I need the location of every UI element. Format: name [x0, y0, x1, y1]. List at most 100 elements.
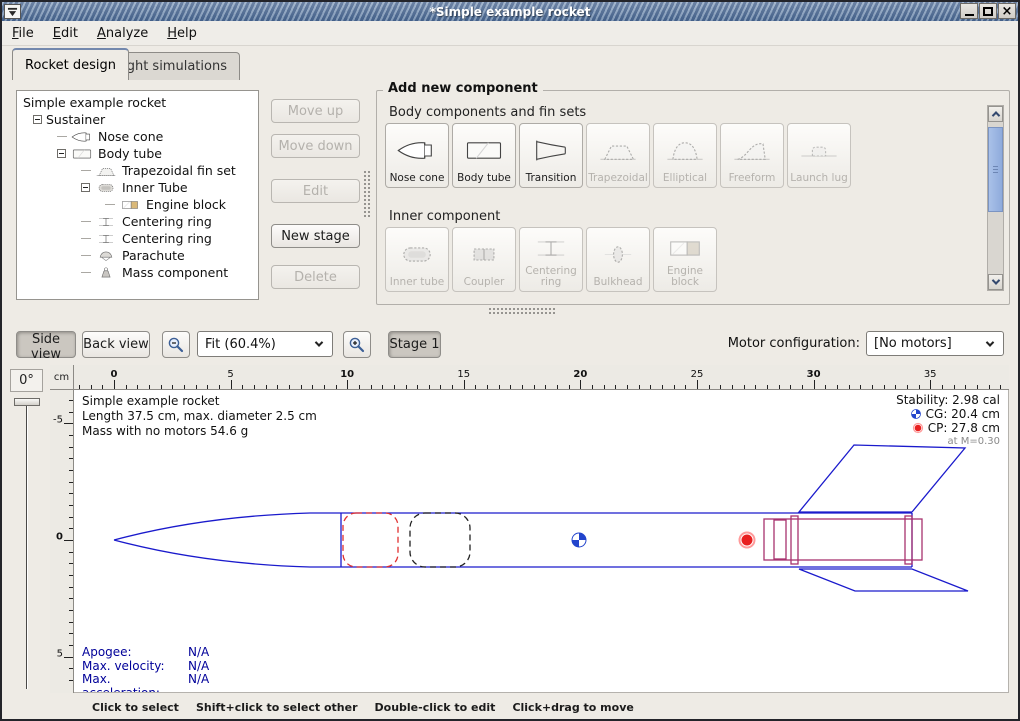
- tree-connector: [57, 136, 67, 137]
- stage-1-toggle[interactable]: Stage 1: [388, 331, 441, 358]
- add-body-tube-button[interactable]: Body tube: [452, 123, 516, 188]
- new-stage-button[interactable]: New stage: [271, 224, 360, 248]
- scrollbar-thumb[interactable]: [988, 127, 1003, 212]
- tree-item-centering-ring[interactable]: Centering ring: [17, 230, 258, 247]
- close-button[interactable]: ×: [998, 3, 1016, 19]
- scroll-up-button[interactable]: [988, 106, 1003, 122]
- app-window: *Simple example rocket × File Edit Analyze…: [0, 0, 1020, 721]
- menu-help[interactable]: Help: [167, 26, 197, 41]
- collapse-icon[interactable]: [57, 149, 66, 158]
- add-inner-tube-button[interactable]: Inner tube: [385, 227, 449, 292]
- tree-item-sustainer[interactable]: Sustainer: [17, 111, 258, 128]
- tree-connector: [81, 170, 91, 171]
- tab-rocket-design[interactable]: Rocket design: [12, 48, 129, 80]
- centering-ring-2-shape[interactable]: [905, 516, 912, 564]
- edit-button[interactable]: Edit: [271, 179, 360, 203]
- add-component-group: Add new component Body components and fi…: [376, 90, 1010, 305]
- add-freeform-button[interactable]: Freeform: [720, 123, 784, 188]
- status-hint: Shift+click to select other: [196, 701, 358, 714]
- centering-ring-1-shape[interactable]: [791, 516, 798, 564]
- zoom-out-button[interactable]: [162, 331, 190, 358]
- chevron-down-icon: [315, 338, 323, 346]
- component-tree: Simple example rocketSustainerNose coneB…: [16, 90, 259, 300]
- horizontal-splitter[interactable]: [488, 307, 556, 315]
- delete-button[interactable]: Delete: [271, 265, 360, 289]
- tree-connector: [81, 255, 91, 256]
- component-scrollbar[interactable]: [987, 105, 1004, 291]
- app-icon[interactable]: [4, 4, 21, 19]
- tree-connector: [81, 238, 91, 239]
- fin-top-shape[interactable]: [799, 445, 965, 512]
- magnifier-plus-icon: [348, 336, 366, 354]
- centering-ring-icon: [94, 215, 118, 229]
- menu-edit[interactable]: Edit: [53, 26, 78, 41]
- add-transition-button[interactable]: Transition: [519, 123, 583, 188]
- launch-lug-icon: [797, 137, 841, 164]
- rotation-angle-value: 0°: [10, 369, 43, 392]
- rotation-slider-handle[interactable]: [14, 398, 40, 406]
- tree-item-parachute[interactable]: Parachute: [17, 247, 258, 264]
- back-view-button[interactable]: Back view: [82, 331, 150, 358]
- menu-file[interactable]: File: [12, 26, 34, 41]
- status-hint: Click to select: [92, 701, 179, 714]
- centering-ring-icon: [529, 235, 573, 262]
- tree-item-engine-block[interactable]: Engine block: [17, 196, 258, 213]
- body-tube-shape[interactable]: [341, 513, 912, 567]
- minimize-button[interactable]: [960, 3, 978, 19]
- motor-configuration-combo[interactable]: [No motors]: [866, 331, 1004, 356]
- section-label-inner-component: Inner component: [389, 209, 500, 224]
- add-trapezoidal-button[interactable]: Trapezoidal: [586, 123, 650, 188]
- tree-item-trapezoidal-fin-set[interactable]: Trapezoidal fin set: [17, 162, 258, 179]
- horizontal-ruler: 05101520253035: [74, 365, 1009, 390]
- title-bar[interactable]: *Simple example rocket ×: [2, 2, 1018, 21]
- chevron-up-icon: [991, 111, 999, 119]
- rotation-slider-track[interactable]: [26, 401, 28, 689]
- menu-analyze[interactable]: Analyze: [97, 26, 148, 41]
- scroll-down-button[interactable]: [988, 274, 1003, 290]
- tree-item-inner-tube[interactable]: Inner Tube: [17, 179, 258, 196]
- tree-item-body-tube[interactable]: Body tube: [17, 145, 258, 162]
- close-icon: ×: [1002, 4, 1013, 19]
- side-view-button[interactable]: Side view: [16, 331, 76, 358]
- tree-item-mass-component[interactable]: Mass component: [17, 264, 258, 281]
- add-bulkhead-button[interactable]: Bulkhead: [586, 227, 650, 292]
- nose-cone-shape[interactable]: [114, 513, 341, 567]
- transition-icon: [529, 137, 573, 164]
- tree-item-label: Nose cone: [98, 129, 163, 144]
- vertical-splitter[interactable]: [363, 170, 371, 218]
- menu-bar: File Edit Analyze Help: [2, 21, 1018, 46]
- tree-item-nose-cone[interactable]: Nose cone: [17, 128, 258, 145]
- move-down-button[interactable]: Move down: [271, 134, 360, 158]
- add-elliptical-button[interactable]: Elliptical: [653, 123, 717, 188]
- add-launch-lug-button[interactable]: Launch lug: [787, 123, 851, 188]
- rocket-canvas[interactable]: Simple example rocket Length 37.5 cm, ma…: [74, 390, 1009, 693]
- add-nose-cone-button[interactable]: Nose cone: [385, 123, 449, 188]
- tree-item-label: Engine block: [146, 197, 226, 212]
- h-ruler-label: 15: [457, 369, 470, 380]
- cg-legend-icon: [910, 408, 922, 420]
- engine-block-icon: [118, 198, 142, 212]
- tree-item-simple-example-rocket[interactable]: Simple example rocket: [17, 94, 258, 111]
- flight-label: Max. velocity:: [82, 660, 188, 674]
- zoom-level-combo[interactable]: Fit (60.4%): [197, 331, 333, 357]
- move-up-button[interactable]: Move up: [271, 99, 360, 123]
- add-coupler-button[interactable]: Coupler: [452, 227, 516, 292]
- tree-item-centering-ring[interactable]: Centering ring: [17, 213, 258, 230]
- fin-bottom-shape[interactable]: [799, 569, 968, 591]
- stability-value: Stability: 2.98 cal: [896, 393, 1000, 407]
- status-hint: Double-click to edit: [375, 701, 496, 714]
- zoom-in-button[interactable]: [343, 331, 371, 358]
- parachute-shape[interactable]: [343, 513, 398, 567]
- maximize-icon: [983, 7, 993, 16]
- collapse-icon[interactable]: [81, 183, 90, 192]
- fin-trapezoid-icon: [94, 164, 118, 178]
- add-engine-block-button[interactable]: Engine block: [653, 227, 717, 292]
- inner-tube-shape[interactable]: [764, 519, 922, 560]
- collapse-icon[interactable]: [33, 115, 42, 124]
- engine-block-shape[interactable]: [774, 520, 786, 559]
- mass-component-shape[interactable]: [410, 513, 470, 567]
- flight-value: N/A: [188, 660, 209, 674]
- cg-value: CG: 20.4 cm: [926, 407, 1000, 421]
- add-centering-ring-button[interactable]: Centering ring: [519, 227, 583, 292]
- maximize-button[interactable]: [979, 3, 997, 19]
